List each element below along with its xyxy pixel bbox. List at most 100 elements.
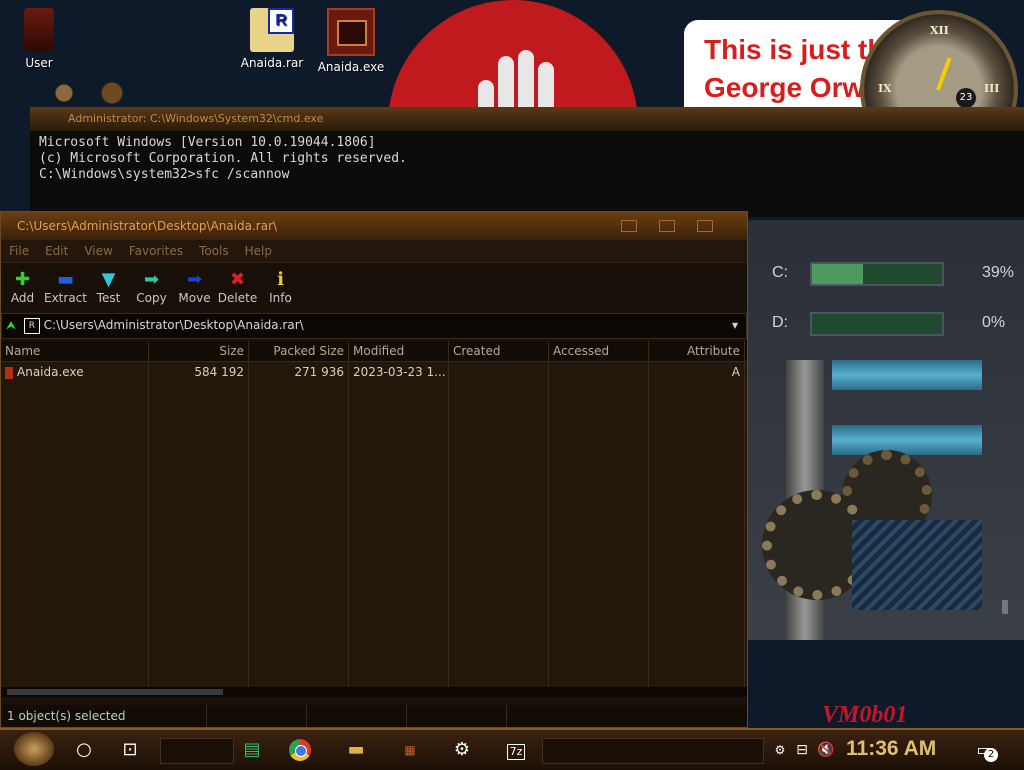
desktop-icon-user[interactable]: User [4, 8, 74, 70]
info-button[interactable]: ℹ Info [259, 269, 302, 311]
column-size[interactable]: Size [149, 341, 249, 361]
rar-archive-icon: R [250, 8, 294, 52]
cmd-output[interactable]: Microsoft Windows [Version 10.0.19044.18… [30, 131, 1024, 187]
search-circle-icon[interactable]: ○ [68, 736, 100, 764]
clock-hand [936, 57, 952, 91]
cmd-line: (c) Microsoft Corporation. All rights re… [39, 151, 407, 166]
pipe-tube [832, 425, 982, 455]
test-button[interactable]: ▼ Test [87, 269, 130, 311]
arrow-right-icon: ➡ [186, 269, 203, 290]
menu-view[interactable]: View [76, 240, 120, 262]
button-label: Add [10, 291, 35, 305]
menu-file[interactable]: File [1, 240, 37, 262]
delete-button[interactable]: ✖ Delete [216, 269, 259, 311]
start-button[interactable] [14, 732, 54, 766]
scrollbar[interactable] [1002, 600, 1008, 614]
check-icon: ▼ [101, 269, 116, 290]
folder-up-icon[interactable]: ⮝ [2, 314, 20, 336]
desktop-icon-label: Anaida.rar [240, 56, 304, 70]
table-row[interactable]: Anaida.exe 584 192 271 936 2023-03-23 1.… [1, 362, 747, 382]
status-bar: 1 object(s) selected [1, 705, 747, 727]
pipe-tube [832, 360, 982, 390]
drive-c-percent: 39% [982, 264, 1015, 281]
menu-favorites[interactable]: Favorites [121, 240, 191, 262]
file-name: Anaida.exe [17, 365, 84, 379]
folder-icon[interactable]: ▬ [340, 736, 372, 764]
extract-button[interactable]: ▬ Extract [44, 269, 87, 311]
add-button[interactable]: ✚ Add [1, 269, 44, 311]
desktop-icon-anaida-rar[interactable]: R Anaida.rar [237, 8, 307, 70]
file-created [449, 362, 549, 382]
media-icon[interactable]: ▦ [394, 736, 426, 764]
desktop-icon-label: User [25, 56, 53, 70]
column-accessed[interactable]: Accessed [549, 341, 649, 361]
task-view-icon[interactable]: ⊡ [114, 736, 146, 764]
7zip-icon[interactable]: 7z [500, 736, 532, 764]
copy-button[interactable]: ➡ Copy [130, 269, 173, 311]
cmd-window[interactable]: Administrator: C:\Windows\System32\cmd.e… [30, 107, 1024, 217]
button-label: Delete [217, 291, 258, 305]
column-attribute[interactable]: Attribute [649, 341, 745, 361]
menu-tools[interactable]: Tools [191, 240, 237, 262]
close-button[interactable] [697, 220, 713, 232]
menu-edit[interactable]: Edit [37, 240, 76, 262]
button-label: Copy [136, 291, 167, 305]
cmd-line: Microsoft Windows [Version 10.0.19044.18… [39, 135, 376, 150]
drive-d-bar [810, 312, 944, 336]
sevenzip-title-bar[interactable]: C:\Users\Administrator\Desktop\Anaida.ra… [1, 212, 747, 240]
volume-muted-icon[interactable]: 🔇 [810, 736, 842, 764]
maximize-button[interactable] [659, 220, 675, 232]
sheets-icon[interactable]: ▤ [236, 736, 268, 764]
file-packed-size: 271 936 [249, 362, 349, 382]
drive-d-percent: 0% [982, 314, 1006, 331]
exe-file-icon [327, 8, 375, 56]
cmd-line: C:\Windows\system32>sfc /scannow [39, 167, 290, 182]
column-modified[interactable]: Modified [349, 341, 449, 361]
watermark-text: VM0b01 [822, 702, 908, 728]
scrollbar-thumb[interactable] [7, 689, 223, 695]
button-label: Test [96, 291, 121, 305]
chrome-icon[interactable] [284, 736, 316, 764]
drive-c-bar [810, 262, 944, 286]
taskbar-clock[interactable]: 11:36 AM [846, 737, 936, 761]
desktop-icon-anaida-exe[interactable]: Anaida.exe [316, 8, 386, 74]
column-created[interactable]: Created [449, 341, 549, 361]
horizontal-scrollbar[interactable] [1, 687, 747, 697]
column-name[interactable]: Name [1, 341, 149, 361]
settings-icon[interactable]: ⚙ [446, 736, 478, 764]
address-bar[interactable]: ⮝ R C:\Users\Administrator\Desktop\Anaid… [1, 313, 747, 339]
status-text: 1 object(s) selected [1, 705, 207, 727]
minus-icon: ▬ [56, 269, 74, 290]
cmd-title-bar[interactable]: Administrator: C:\Windows\System32\cmd.e… [30, 107, 1024, 131]
move-button[interactable]: ➡ Move [173, 269, 216, 311]
desktop-icon-label: Anaida.exe [317, 60, 385, 74]
info-icon: ℹ [277, 269, 284, 290]
steampunk-gears-decoration [40, 82, 160, 104]
minimize-button[interactable] [621, 220, 637, 232]
list-header: Name Size Packed Size Modified Created A… [1, 341, 747, 362]
user-folder-icon [24, 8, 54, 52]
archive-icon: R [23, 317, 40, 334]
button-label: Info [269, 291, 292, 305]
dropdown-arrow-icon[interactable]: ▾ [732, 314, 738, 336]
drive-label-d: D: [772, 314, 788, 331]
file-accessed [549, 362, 649, 382]
drive-gauges-widget: C: 39% D: 0% [742, 220, 1024, 640]
window-title: C:\Users\Administrator\Desktop\Anaida.ra… [17, 219, 278, 233]
column-packed-size[interactable]: Packed Size [249, 341, 349, 361]
drive-c-fill [812, 264, 863, 284]
menu-bar: File Edit View Favorites Tools Help [1, 240, 747, 262]
x-icon: ✖ [229, 269, 246, 290]
toolbar: ✚ Add ▬ Extract ▼ Test ➡ Copy ➡ Move ✖ Delete … [1, 262, 747, 311]
notification-badge: 2 [984, 748, 998, 762]
pipe-bundle-decoration [852, 520, 982, 610]
plus-icon: ✚ [14, 269, 31, 290]
taskbar-slot [160, 738, 234, 764]
file-list[interactable]: Anaida.exe 584 192 271 936 2023-03-23 1.… [1, 362, 747, 687]
sevenzip-window[interactable]: C:\Users\Administrator\Desktop\Anaida.ra… [0, 211, 748, 728]
clock-date-badge: 23 [956, 88, 976, 108]
file-attribute: A [649, 362, 745, 382]
menu-help[interactable]: Help [237, 240, 280, 262]
file-modified: 2023-03-23 1... [349, 362, 449, 382]
button-label: Move [178, 291, 211, 305]
